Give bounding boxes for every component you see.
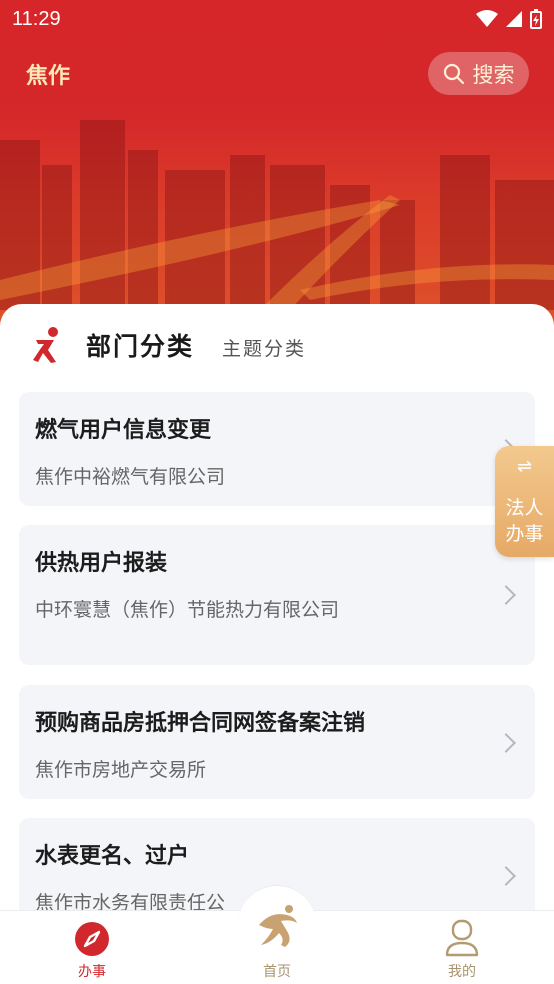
city-selector[interactable]: 焦作 bbox=[26, 58, 70, 90]
status-time: 11:29 bbox=[12, 7, 61, 30]
item-title: 水表更名、过户 bbox=[35, 844, 190, 869]
tab-topic[interactable]: 主题分类 bbox=[222, 334, 306, 361]
legal-person-switch-tab[interactable]: ⇌ 法人 办事 bbox=[495, 446, 554, 557]
chevron-right-icon bbox=[496, 866, 516, 886]
logo-icon bbox=[259, 905, 297, 947]
item-org: 中环寰慧（焦作）节能热力有限公司 bbox=[35, 599, 340, 621]
tab-department[interactable]: 部门分类 bbox=[86, 327, 194, 363]
chevron-right-icon bbox=[496, 733, 516, 753]
service-list-panel: 部门分类 主题分类 燃气用户信息变更 焦作中裕燃气有限公司 供热用户报装 中环寰… bbox=[0, 304, 554, 932]
search-button[interactable]: 搜索 bbox=[428, 52, 529, 95]
battery-icon bbox=[530, 9, 542, 29]
signal-icon bbox=[506, 11, 522, 27]
category-tabs: 部门分类 主题分类 bbox=[30, 326, 306, 364]
wifi-icon bbox=[476, 10, 498, 27]
side-tab-line1: 法人 bbox=[505, 497, 544, 519]
search-icon bbox=[443, 63, 464, 84]
chevron-right-icon bbox=[496, 585, 516, 605]
item-title: 供热用户报装 bbox=[35, 551, 168, 576]
item-org: 焦作中裕燃气有限公司 bbox=[35, 466, 226, 488]
nav-label-home: 首页 bbox=[263, 964, 291, 980]
list-item[interactable]: 供热用户报装 中环寰慧（焦作）节能热力有限公司 bbox=[19, 525, 535, 665]
header-banner: 11:29 焦作 搜索 bbox=[0, 0, 554, 330]
search-label: 搜索 bbox=[472, 62, 515, 87]
list-item[interactable]: 预购商品房抵押合同网签备案注销 焦作市房地产交易所 bbox=[19, 685, 535, 799]
bottom-navigation: 办事 首页 我的 bbox=[0, 885, 554, 984]
item-org: 焦作市房地产交易所 bbox=[35, 759, 207, 781]
runner-logo-icon bbox=[33, 327, 58, 363]
compass-icon bbox=[75, 922, 109, 956]
list-item[interactable]: 燃气用户信息变更 焦作中裕燃气有限公司 bbox=[19, 392, 535, 506]
status-bar: 11:29 bbox=[0, 0, 554, 38]
swap-icon: ⇌ bbox=[516, 456, 533, 477]
nav-label-mine: 我的 bbox=[448, 964, 476, 980]
side-tab-line2: 办事 bbox=[505, 523, 544, 545]
nav-label-affairs: 办事 bbox=[78, 964, 106, 980]
item-title: 燃气用户信息变更 bbox=[35, 418, 212, 443]
item-title: 预购商品房抵押合同网签备案注销 bbox=[35, 711, 366, 736]
person-icon bbox=[445, 919, 479, 957]
city-skyline-image bbox=[0, 120, 554, 310]
